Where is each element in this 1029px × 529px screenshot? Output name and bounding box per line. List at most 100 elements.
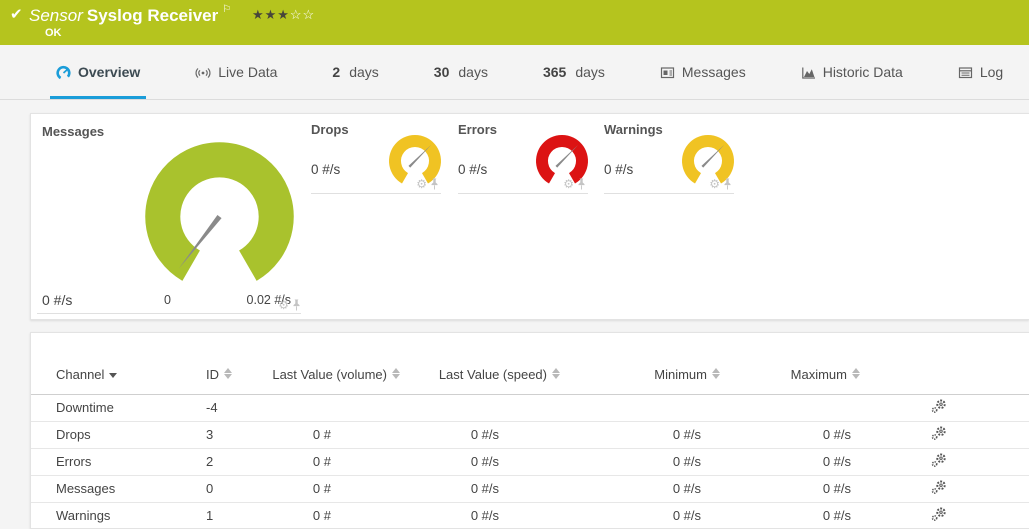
channel-settings-gears-icon[interactable]	[931, 426, 947, 441]
minimum-cell: 0 #/s	[561, 448, 721, 475]
channel-id-cell: 1	[206, 502, 261, 529]
star-filled-icons[interactable]: ★★★	[252, 7, 290, 22]
status-badge: OK	[45, 27, 62, 39]
column-header-maximum[interactable]: Maximum	[721, 333, 861, 394]
table-row-errors[interactable]: Errors 2 0 # 0 #/s 0 #/s 0 #/s	[31, 448, 1029, 475]
maximum-cell: 0 #/s	[721, 502, 861, 529]
sort-icon	[852, 368, 861, 379]
last-value-speed-cell	[401, 394, 561, 421]
tab-live-data[interactable]: Live Data	[189, 45, 283, 99]
object-kind-label: Sensor	[29, 6, 83, 25]
channel-id-cell: -4	[206, 394, 261, 421]
channel-name-cell: Drops	[31, 421, 206, 448]
minimum-cell	[561, 394, 721, 421]
table-row-drops[interactable]: Drops 3 0 # 0 #/s 0 #/s 0 #/s	[31, 421, 1029, 448]
channel-settings-gears-icon[interactable]	[931, 480, 947, 495]
tab-day-count: 2	[332, 64, 340, 80]
sort-icon	[712, 368, 721, 379]
gauge-title: Drops	[311, 122, 349, 137]
table-row-warnings[interactable]: Warnings 1 0 # 0 #/s 0 #/s 0 #/s	[31, 502, 1029, 529]
tab-30-days[interactable]: 30 days	[428, 45, 494, 99]
channel-settings-gears-icon[interactable]	[931, 507, 947, 522]
broadcast-icon	[195, 65, 211, 80]
last-value-speed-cell: 0 #/s	[401, 475, 561, 502]
tab-2-days[interactable]: 2 days	[326, 45, 384, 99]
gauge-settings-gear-icon[interactable]: ⚙	[563, 178, 574, 190]
gauge-warnings: Warnings 0 #/s ⚙	[604, 122, 734, 194]
log-icon	[958, 65, 973, 80]
table-row-messages[interactable]: Messages 0 0 # 0 #/s 0 #/s 0 #/s	[31, 475, 1029, 502]
gauge-scale-min: 0	[164, 293, 171, 307]
gauge-settings-gear-icon[interactable]: ⚙	[709, 178, 720, 190]
gauge-current-value: 0 #/s	[311, 162, 340, 177]
sort-icon	[552, 368, 561, 379]
tab-day-count: 365	[543, 64, 566, 80]
maximum-cell: 0 #/s	[721, 475, 861, 502]
minimum-cell: 0 #/s	[561, 502, 721, 529]
gauge-errors: Errors 0 #/s ⚙	[458, 122, 588, 194]
tab-label: Live Data	[218, 64, 277, 80]
gauge-title: Warnings	[604, 122, 663, 137]
gauge-settings-gear-icon[interactable]: ⚙	[278, 299, 289, 311]
sensor-name: Syslog Receiver	[87, 6, 218, 25]
tab-label: Historic Data	[823, 64, 903, 80]
column-header-last-value-speed[interactable]: Last Value (speed)	[401, 333, 561, 394]
gauge-title: Messages	[42, 124, 104, 139]
channel-table-panel: Channel ID Last Value (volume) Last Valu…	[30, 332, 1029, 529]
ok-check-icon: ✔	[10, 5, 23, 23]
gauge-current-value: 0 #/s	[458, 162, 487, 177]
tab-label: days	[575, 64, 605, 80]
last-value-speed-cell: 0 #/s	[401, 448, 561, 475]
tab-label: days	[349, 64, 379, 80]
column-header-last-value-volume[interactable]: Last Value (volume)	[261, 333, 401, 394]
tab-messages[interactable]: Messages	[654, 45, 752, 99]
tab-historic-data[interactable]: Historic Data	[795, 45, 909, 99]
gauges-panel: Messages 0 0.02 #/s 0 #/s ⚙ Drops 0 #/s …	[30, 113, 1029, 320]
gauge-title: Errors	[458, 122, 497, 137]
gauge-needle	[556, 145, 579, 168]
channel-table: Channel ID Last Value (volume) Last Valu…	[31, 333, 1029, 529]
gauge-messages: Messages 0 0.02 #/s 0 #/s ⚙	[37, 122, 301, 314]
gauge-settings-gear-icon[interactable]: ⚙	[416, 178, 427, 190]
channel-name-cell: Warnings	[31, 502, 206, 529]
channel-name-cell: Messages	[31, 475, 206, 502]
messages-gauge-dial	[137, 142, 302, 287]
gauge-needle	[409, 145, 432, 168]
minimum-cell: 0 #/s	[561, 475, 721, 502]
channel-settings-gears-icon[interactable]	[931, 399, 947, 414]
maximum-cell: 0 #/s	[721, 421, 861, 448]
gauge-current-value: 0 #/s	[604, 162, 633, 177]
priority-stars[interactable]: ★★★☆☆	[252, 7, 315, 22]
tab-365-days[interactable]: 365 days	[537, 45, 611, 99]
tab-log[interactable]: Log	[952, 45, 1009, 99]
gauge-drops: Drops 0 #/s ⚙	[311, 122, 441, 194]
star-empty-icons[interactable]: ☆☆	[290, 7, 315, 22]
pin-icon[interactable]	[292, 299, 301, 311]
last-value-volume-cell: 0 #	[261, 475, 401, 502]
channel-settings-gears-icon[interactable]	[931, 453, 947, 468]
sensor-status-bar: ✔ SensorSyslog Receiver ⚐ ★★★☆☆ OK	[0, 0, 1029, 45]
channel-name-cell: Downtime	[31, 394, 206, 421]
flag-icon[interactable]: ⚐	[222, 4, 231, 15]
tab-day-count: 30	[434, 64, 450, 80]
pin-icon[interactable]	[577, 178, 586, 190]
maximum-cell	[721, 394, 861, 421]
last-value-speed-cell: 0 #/s	[401, 502, 561, 529]
sort-icon	[224, 368, 233, 379]
column-header-actions	[861, 333, 1029, 394]
table-header-row: Channel ID Last Value (volume) Last Valu…	[31, 333, 1029, 394]
pin-icon[interactable]	[430, 178, 439, 190]
tab-label: Log	[980, 64, 1003, 80]
column-header-channel[interactable]: Channel	[31, 333, 206, 394]
area-chart-icon	[801, 65, 816, 80]
sort-desc-icon	[109, 373, 117, 378]
tab-overview[interactable]: Overview	[50, 45, 146, 99]
column-header-id[interactable]: ID	[206, 333, 261, 394]
table-row-downtime[interactable]: Downtime -4	[31, 394, 1029, 421]
gauge-icon	[56, 65, 71, 80]
pin-icon[interactable]	[723, 178, 732, 190]
maximum-cell: 0 #/s	[721, 448, 861, 475]
tab-label: Overview	[78, 64, 140, 80]
tab-label: Messages	[682, 64, 746, 80]
column-header-minimum[interactable]: Minimum	[561, 333, 721, 394]
